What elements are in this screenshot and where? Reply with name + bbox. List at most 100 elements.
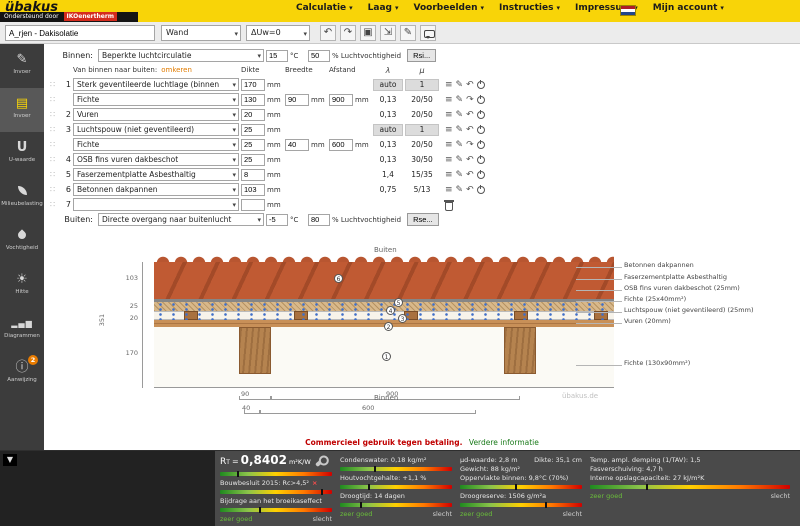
sponsor-brand-logo[interactable]: IKOenertherm (63, 12, 118, 21)
material-select[interactable]: Sterk geventileerde luchtlage (binnen (73, 78, 239, 91)
dikte-input[interactable] (241, 78, 265, 91)
sidebar-item-milieubelasting[interactable]: Milieubelasting (0, 176, 44, 220)
dikte-input[interactable] (241, 153, 265, 166)
delete-layer-icon[interactable] (444, 199, 454, 211)
material-select[interactable]: Fichte (73, 93, 239, 106)
layer-rotate-icon[interactable]: ↶ (466, 170, 474, 180)
screenshot-icon[interactable]: ▣ (360, 25, 376, 41)
dikte-input[interactable] (241, 183, 265, 196)
layer-power-icon[interactable] (476, 184, 485, 194)
layer-rotate-icon[interactable]: ↶ (466, 80, 474, 90)
material-select[interactable]: Luchtspouw (niet geventileerd) (73, 123, 239, 136)
nav-instructies[interactable]: Instructies (499, 3, 560, 13)
comment-icon[interactable] (420, 25, 436, 41)
wrench-icon[interactable] (315, 456, 326, 468)
rsi-button[interactable]: Rsi... (407, 49, 437, 62)
sidebar-item-vochtigheid[interactable]: Vochtigheid (0, 220, 44, 264)
sidebar-item-aanwijzing[interactable]: ⓘ Aanwijzing 2 (0, 352, 44, 396)
sidebar-item-hitte[interactable]: ☀ Hitte (0, 264, 44, 308)
buiten-temp-input[interactable] (266, 213, 288, 226)
layer-power-icon[interactable] (476, 124, 485, 134)
binnen-condition-select[interactable]: Beperkte luchtcirculatie (98, 49, 264, 62)
layer-rotate-icon[interactable]: ↶ (466, 185, 474, 195)
layer-power-icon[interactable] (476, 109, 485, 119)
layer-edit-icon[interactable]: ✎ (456, 155, 464, 165)
collapse-panel-icon[interactable]: ▼ (3, 454, 17, 466)
drag-handle-icon[interactable]: ∷ (50, 125, 58, 134)
layer-edit-icon[interactable]: ✎ (456, 170, 464, 180)
binnen-humidity-input[interactable] (308, 49, 330, 62)
undo-icon[interactable]: ↶ (320, 25, 336, 41)
dikte-input[interactable] (241, 93, 265, 106)
fullscreen-icon[interactable]: ⇲ (380, 25, 396, 41)
dikte-input[interactable] (241, 108, 265, 121)
layer-menu-icon[interactable]: ≡ (445, 125, 453, 135)
layer-rotate-icon[interactable]: ↷ (466, 95, 474, 105)
nav-voorbeelden[interactable]: Voorbeelden (414, 3, 484, 13)
sidebar-item-invoer-1[interactable]: ✎ Invoer (0, 44, 44, 88)
layer-edit-icon[interactable]: ✎ (456, 95, 464, 105)
layer-menu-icon[interactable]: ≡ (445, 140, 453, 150)
sidebar-item-invoer-2[interactable]: ▤ Invoer (0, 88, 44, 132)
material-select[interactable]: OSB fins vuren dakbeschot (73, 153, 239, 166)
layer-menu-icon[interactable]: ≡ (445, 110, 453, 120)
drag-handle-icon[interactable]: ∷ (50, 110, 58, 119)
sidebar-item-diagrammen[interactable]: ▂▄▆ Diagrammen (0, 308, 44, 352)
dutch-flag-icon[interactable] (620, 5, 636, 16)
drag-handle-icon[interactable]: ∷ (50, 140, 58, 149)
layer-menu-icon[interactable]: ≡ (445, 185, 453, 195)
construction-type-select[interactable]: Wand (161, 25, 241, 41)
material-select[interactable]: Faserzementplatte Asbesthaltig (73, 168, 239, 181)
layer-power-icon[interactable] (476, 139, 485, 149)
drag-handle-icon[interactable]: ∷ (50, 170, 58, 179)
sidebar-item-u-waarde[interactable]: U U-waarde (0, 132, 44, 176)
layer-edit-icon[interactable]: ✎ (456, 110, 464, 120)
nav-calculatie[interactable]: Calculatie (296, 3, 353, 13)
drag-handle-icon[interactable]: ∷ (50, 200, 58, 209)
dikte-input[interactable] (241, 198, 265, 211)
layer-rotate-icon[interactable]: ↶ (466, 125, 474, 135)
project-name-input[interactable] (5, 25, 155, 41)
layer-edit-icon[interactable]: ✎ (456, 125, 464, 135)
buiten-condition-select[interactable]: Directe overgang naar buitenlucht (98, 213, 264, 226)
rse-button[interactable]: Rse... (407, 213, 439, 226)
notice-link[interactable]: Verdere informatie (469, 438, 539, 447)
edit-icon[interactable]: ✎ (400, 25, 416, 41)
dikte-input[interactable] (241, 138, 265, 151)
layer-menu-icon[interactable]: ≡ (445, 170, 453, 180)
afstand-input[interactable] (329, 93, 353, 106)
afstand-input[interactable] (329, 138, 353, 151)
buiten-humidity-input[interactable] (308, 213, 330, 226)
material-select[interactable] (73, 198, 239, 211)
layer-menu-icon[interactable]: ≡ (445, 95, 453, 105)
drag-handle-icon[interactable]: ∷ (50, 80, 58, 89)
drag-handle-icon[interactable]: ∷ (50, 155, 58, 164)
layer-betonnen-dakpannen[interactable] (154, 262, 614, 299)
material-select[interactable]: Betonnen dakpannen (73, 183, 239, 196)
breedte-input[interactable] (285, 138, 309, 151)
drag-handle-icon[interactable]: ∷ (50, 185, 58, 194)
layer-edit-icon[interactable]: ✎ (456, 80, 464, 90)
du-correction-select[interactable]: ΔUw=0 (246, 25, 310, 41)
dikte-input[interactable] (241, 168, 265, 181)
nav-laag[interactable]: Laag (368, 3, 399, 13)
drag-handle-icon[interactable]: ∷ (50, 95, 58, 104)
breedte-input[interactable] (285, 93, 309, 106)
binnen-temp-input[interactable] (266, 49, 288, 62)
layer-rotate-icon[interactable]: ↷ (466, 140, 474, 150)
layer-menu-icon[interactable]: ≡ (445, 155, 453, 165)
dikte-input[interactable] (241, 123, 265, 136)
roof-section[interactable]: 6 5 4 3 2 1 (154, 256, 614, 388)
layer-power-icon[interactable] (476, 79, 485, 89)
layer-rotate-icon[interactable]: ↶ (466, 155, 474, 165)
layer-power-icon[interactable] (476, 169, 485, 179)
layer-power-icon[interactable] (476, 94, 485, 104)
nav-mijn-account[interactable]: Mijn account (653, 3, 724, 13)
reverse-link[interactable]: omkeren (161, 66, 192, 74)
layer-rotate-icon[interactable]: ↶ (466, 110, 474, 120)
layer-menu-icon[interactable]: ≡ (445, 80, 453, 90)
material-select[interactable]: Fichte (73, 138, 239, 151)
redo-icon[interactable]: ↷ (340, 25, 356, 41)
layer-edit-icon[interactable]: ✎ (456, 185, 464, 195)
layer-edit-icon[interactable]: ✎ (456, 140, 464, 150)
